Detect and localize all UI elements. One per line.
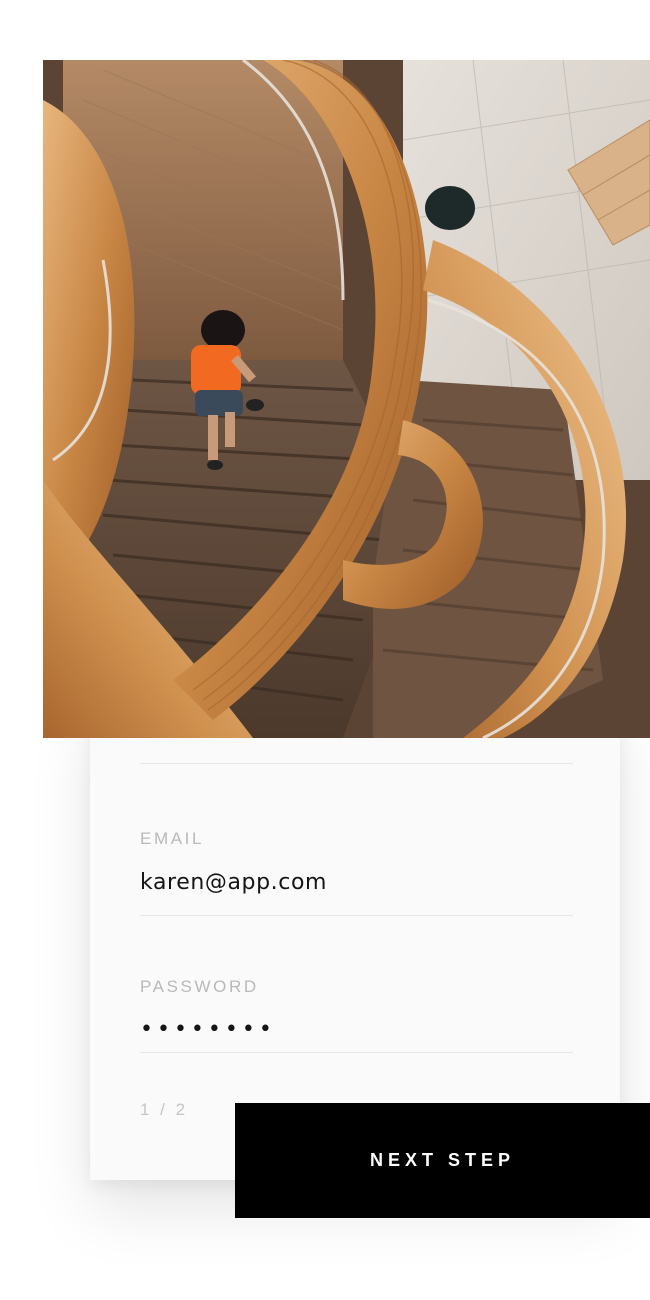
email-label: EMAIL: [140, 829, 205, 848]
staircase-illustration: [43, 60, 650, 738]
divider-top: [140, 763, 573, 764]
email-field[interactable]: karen@app.com: [140, 870, 327, 895]
step-indicator: 1 / 2: [140, 1100, 189, 1119]
password-field[interactable]: ••••••••: [140, 1017, 276, 1042]
password-underline: [140, 1052, 573, 1053]
password-label: PASSWORD: [140, 977, 259, 996]
next-step-button[interactable]: NEXT STEP: [235, 1103, 650, 1218]
email-underline: [140, 915, 573, 916]
hero-photo: [43, 60, 650, 738]
